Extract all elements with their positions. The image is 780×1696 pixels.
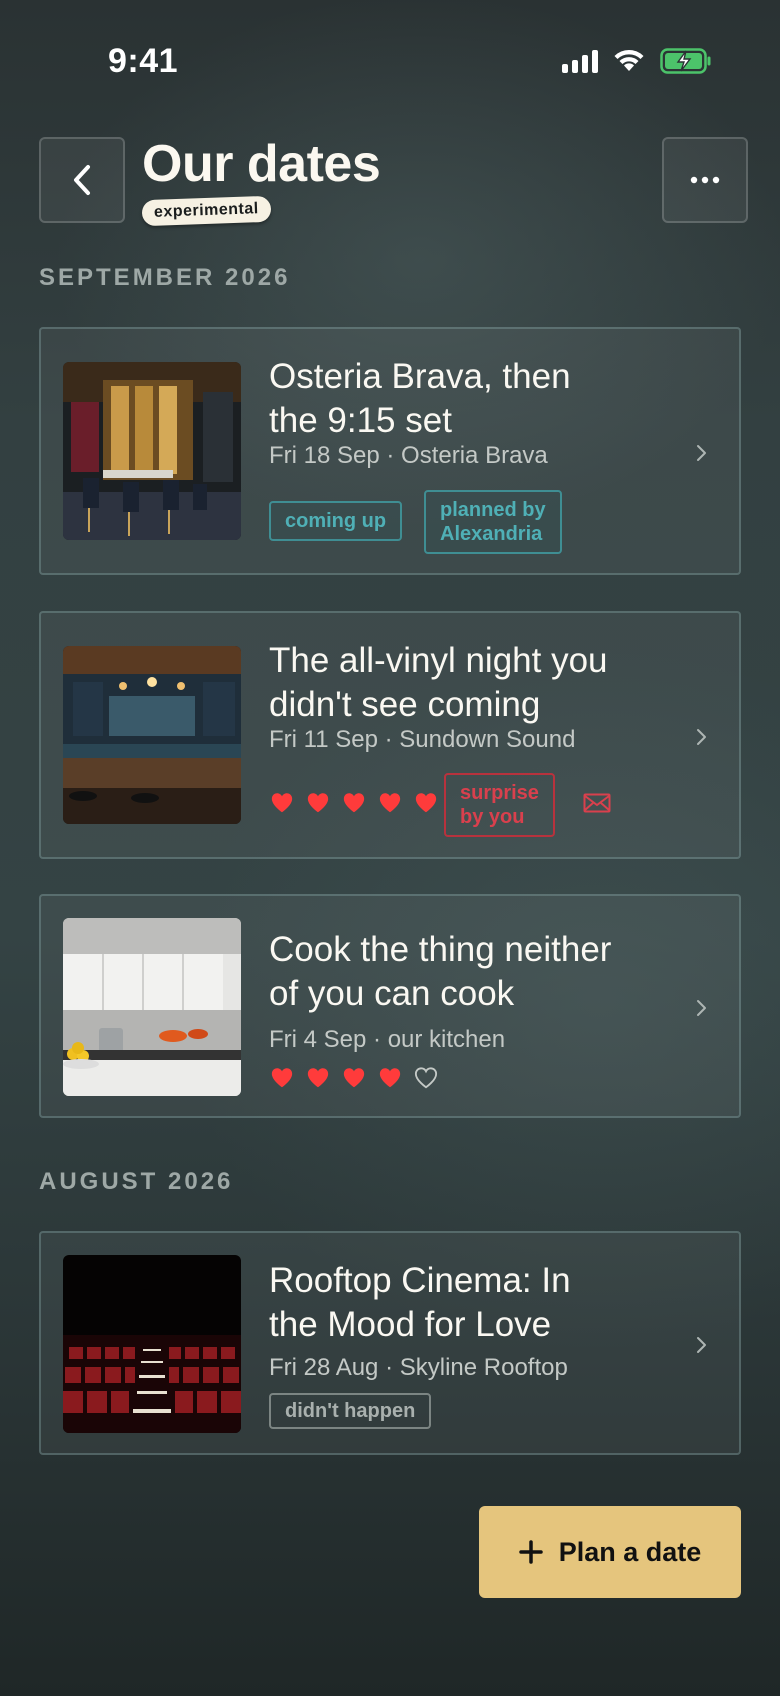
date-title: Osteria Brava, then the 9:15 set — [269, 357, 571, 440]
more-options-button[interactable] — [662, 137, 748, 223]
date-title: Cook the thing neither of you can cook — [269, 930, 612, 1013]
heart-filled-icon — [307, 793, 329, 813]
section-label-september: SEPTEMBER 2026 — [39, 264, 291, 291]
chevron-right-icon — [697, 1000, 706, 1016]
rating-hearts — [269, 791, 439, 815]
date-subtitle: Fri 18 Sep · Osteria Brava — [269, 442, 548, 469]
experimental-badge: experimental — [141, 195, 272, 227]
envelope-icon — [583, 793, 611, 813]
date-card[interactable]: Cook the thing neither of you can cook F… — [39, 894, 741, 1118]
page-title: Our dates — [142, 135, 381, 193]
heart-filled-icon — [343, 793, 365, 813]
status-tag-didnt-happen: didn't happen — [269, 1393, 432, 1429]
back-button[interactable] — [39, 137, 125, 223]
date-card[interactable]: Osteria Brava, then the 9:15 set Fri 18 … — [39, 327, 741, 575]
heart-filled-icon — [415, 793, 437, 813]
chevron-right-icon — [697, 1337, 706, 1353]
heart-filled-icon — [379, 793, 401, 813]
date-card[interactable]: The all-vinyl night you didn't see comin… — [39, 611, 741, 859]
heart-filled-icon — [343, 1068, 365, 1088]
date-thumbnail-restaurant — [63, 362, 241, 540]
surprise-tag: surprise by you — [444, 773, 555, 837]
chevron-right-icon — [697, 729, 706, 745]
chevron-right-icon — [697, 445, 706, 461]
chevron-left-icon — [74, 165, 90, 195]
date-thumbnail-bar — [63, 646, 241, 824]
heart-filled-icon — [379, 1068, 401, 1088]
wifi-icon — [614, 49, 644, 71]
heart-filled-icon — [307, 1068, 329, 1088]
battery-charging-icon — [660, 48, 711, 74]
heart-filled-icon — [271, 793, 293, 813]
plus-icon — [518, 1540, 543, 1564]
date-title: Rooftop Cinema: In the Mood for Love — [269, 1261, 571, 1344]
status-tag-coming-up: coming up — [269, 501, 403, 541]
heart-outline-icon — [414, 1067, 438, 1089]
rating-hearts — [269, 1066, 439, 1090]
status-icons — [562, 48, 712, 74]
plan-a-date-button[interactable]: Plan a date — [479, 1506, 741, 1598]
cellular-signal-icon — [562, 49, 598, 73]
plan-a-date-label: Plan a date — [558, 1536, 702, 1567]
more-icon — [690, 176, 720, 184]
date-card[interactable]: Rooftop Cinema: In the Mood for Love Fri… — [39, 1231, 741, 1455]
date-thumbnail-cinema — [63, 1255, 241, 1433]
date-subtitle: Fri 11 Sep · Sundown Sound — [269, 726, 576, 753]
heart-filled-icon — [271, 1068, 293, 1088]
planned-by-tag: planned by Alexandria — [424, 490, 562, 554]
status-bar: 9:41 — [0, 0, 780, 120]
date-thumbnail-kitchen — [63, 918, 241, 1096]
section-label-august: AUGUST 2026 — [39, 1168, 234, 1195]
date-subtitle: Fri 28 Aug · Skyline Rooftop — [269, 1354, 568, 1381]
date-subtitle: Fri 4 Sep · our kitchen — [269, 1026, 506, 1053]
status-time: 9:41 — [108, 42, 179, 80]
date-title: The all-vinyl night you didn't see comin… — [269, 641, 608, 724]
